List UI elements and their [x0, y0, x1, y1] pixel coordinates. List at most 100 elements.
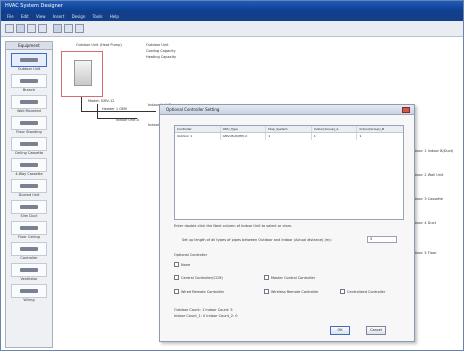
sidebar-item-floor-standing[interactable]: Floor Standing	[7, 116, 51, 134]
checkbox-label: Wired Remote Controller	[181, 290, 225, 294]
table-row[interactable]: Outdoor 1 GMV-Multi(HP)-C 1 1 1	[175, 133, 403, 140]
sidebar-item-4way-cassette[interactable]: 4-Way Cassette	[7, 158, 51, 176]
save-icon[interactable]	[27, 24, 36, 33]
sidebar-item-branch[interactable]: Branch	[7, 74, 51, 92]
sidebar-item-slim-duct[interactable]: Slim Duct	[7, 200, 51, 218]
sidebar-item-label: Floor Standing	[16, 130, 42, 134]
table-cell: 1	[312, 133, 358, 140]
open-icon[interactable]	[16, 24, 25, 33]
sidebar-item-ducted-unit[interactable]: Ducted Unit	[7, 179, 51, 197]
table-cell: 1	[266, 133, 312, 140]
unit-label: Outdoor Unit (Heat Pump)	[76, 43, 122, 47]
floor-standing-icon	[11, 116, 47, 130]
undo-icon[interactable]	[53, 24, 62, 33]
sidebar-item-label: Wall Mounted	[17, 109, 41, 113]
sidebar-item-label: Ventilator	[20, 277, 38, 281]
window-title: HVAC System Designer	[5, 3, 63, 9]
sidebar-title: Equipment	[6, 42, 52, 50]
pipe-length-input[interactable]: 5	[367, 236, 397, 243]
pipe-line	[81, 111, 156, 112]
cancel-button[interactable]: Cancel	[366, 326, 386, 335]
outdoor-unit-icon	[11, 53, 47, 67]
checkbox-label: None	[181, 263, 191, 267]
menu-bar: File Edit View Insert Design Tools Help	[1, 12, 463, 21]
sidebar-item-controller[interactable]: Controller	[7, 242, 51, 260]
floor-ceiling-icon	[11, 221, 47, 235]
toolbar	[1, 21, 463, 37]
sidebar-item-wiring[interactable]: Wiring	[7, 284, 51, 302]
checkbox[interactable]	[340, 289, 345, 294]
sidebar-item-floor-ceiling[interactable]: Floor Ceiling	[7, 221, 51, 239]
menu-design[interactable]: Design	[72, 14, 86, 19]
menu-help[interactable]: Help	[110, 14, 119, 19]
unit-caption: Model: GMV-12	[88, 99, 115, 103]
sidebar-item-outdoor-unit[interactable]: Outdoor Unit	[7, 53, 51, 71]
status-text: Outdoor Count: 1 Indoor Count: 5	[174, 308, 233, 312]
status-text: Indoor Count_1: 0 Indoor Count_2: 0	[174, 314, 238, 318]
column-header[interactable]: Disp_System	[266, 126, 312, 132]
menu-edit[interactable]: Edit	[21, 14, 29, 19]
sidebar-item-label: Slim Duct	[20, 214, 38, 218]
menu-view[interactable]: View	[36, 14, 46, 19]
sidebar-item-wall-mounted[interactable]: Wall Mounted	[7, 95, 51, 113]
title-bar: HVAC System Designer	[1, 1, 463, 12]
checkbox-label: Centralized Controller	[347, 290, 386, 294]
pipe-length-label: Set up length of all types of pipes betw…	[182, 238, 332, 242]
column-header[interactable]: Controller	[175, 126, 221, 132]
outdoor-unit-node[interactable]	[61, 51, 103, 97]
controller-icon	[11, 242, 47, 256]
table-cell: GMV-Multi(HP)-C	[221, 133, 267, 140]
checkbox-label: Central Controller(CCM)	[181, 276, 223, 280]
pipe-line	[97, 104, 98, 118]
menu-insert[interactable]: Insert	[53, 14, 64, 19]
table-cell: Outdoor 1	[175, 133, 221, 140]
app-window: HVAC System Designer File Edit View Inse…	[0, 0, 464, 351]
new-icon[interactable]	[5, 24, 14, 33]
right-label: Indoor: 2 Wall Unit	[411, 173, 444, 177]
print-icon[interactable]	[38, 24, 47, 33]
sidebar-item-ventilator[interactable]: Ventilator	[7, 263, 51, 281]
checkbox[interactable]	[174, 262, 179, 267]
controller-table[interactable]: Controller ODU_Type Disp_System Indoor(G…	[174, 125, 404, 220]
ducted-unit-icon	[11, 179, 47, 193]
column-header[interactable]: Indoor(Group)_B	[357, 126, 403, 132]
optional-controller-dialog: Optional Controller Setting Controller O…	[159, 104, 415, 342]
sidebar-item-label: Ducted Unit	[18, 193, 40, 197]
sidebar-item-label: Wiring	[23, 298, 35, 302]
menu-tools[interactable]: Tools	[93, 14, 103, 19]
sidebar-item-label: 4-Way Cassette	[15, 172, 43, 176]
wiring-icon	[11, 284, 47, 298]
pipe-line	[97, 118, 137, 119]
instruction-text: Enter double click the Next column of In…	[174, 224, 292, 228]
checkbox[interactable]	[174, 289, 179, 294]
pipe-line	[81, 97, 82, 111]
branch-icon	[11, 74, 47, 88]
redo-icon[interactable]	[64, 24, 73, 33]
right-label: Indoor: 1 Indoor B(Duct)	[411, 149, 454, 153]
menu-file[interactable]: File	[7, 14, 14, 19]
zoom-icon[interactable]	[75, 24, 84, 33]
section-label: Optional Controller	[174, 253, 208, 257]
ventilator-icon	[11, 263, 47, 277]
checkbox[interactable]	[174, 275, 179, 280]
slim-duct-icon	[11, 200, 47, 214]
checkbox-label: Master Control Controller	[271, 276, 316, 280]
dialog-title: Optional Controller Setting	[160, 105, 414, 115]
sidebar-item-ceiling-cassette[interactable]: Ceiling Cassette	[7, 137, 51, 155]
column-header[interactable]: Indoor(Group)_A	[312, 126, 358, 132]
sidebar-item-label: Ceiling Cassette	[14, 151, 44, 155]
sidebar-item-label: Floor Ceiling	[18, 235, 40, 239]
checkbox-label: Wireless Remote Controller	[271, 290, 319, 294]
sidebar-item-label: Branch	[22, 88, 36, 92]
equipment-sidebar: Equipment Outdoor Unit Branch Wall Mount…	[5, 41, 53, 348]
sidebar-item-label: Outdoor Unit	[17, 67, 41, 71]
ceiling-cassette-icon	[11, 137, 47, 151]
checkbox[interactable]	[264, 275, 269, 280]
table-header: Controller ODU_Type Disp_System Indoor(G…	[175, 126, 403, 133]
checkbox[interactable]	[264, 289, 269, 294]
sidebar-item-label: Controller	[20, 256, 38, 260]
close-icon[interactable]	[402, 107, 410, 113]
ok-button[interactable]: OK	[330, 326, 350, 335]
column-header[interactable]: ODU_Type	[221, 126, 267, 132]
outdoor-unit-icon	[74, 60, 92, 86]
